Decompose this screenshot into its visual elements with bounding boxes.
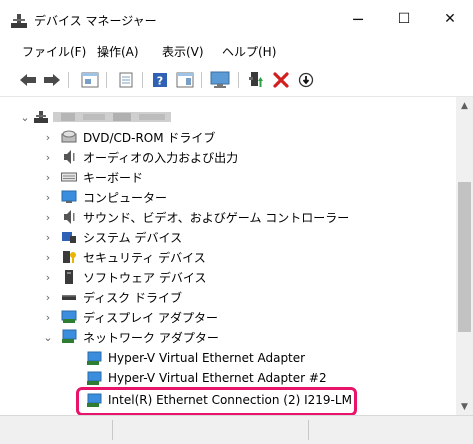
category-computer[interactable]: › コンピューター xyxy=(0,187,456,207)
menu-file[interactable]: ファイル(F) xyxy=(22,43,86,60)
category-dvd[interactable]: › DVD/CD-ROM ドライブ xyxy=(0,127,456,147)
collapse-chevron-icon[interactable]: › xyxy=(43,190,53,204)
category-system-devices[interactable]: › システム デバイス xyxy=(0,227,456,247)
dvd-icon xyxy=(61,130,77,143)
keyboard-icon xyxy=(61,172,77,182)
category-display-adapters[interactable]: › ディスプレイ アダプター xyxy=(0,307,456,327)
collapse-chevron-icon[interactable]: › xyxy=(43,210,53,224)
status-divider xyxy=(112,420,113,440)
toolbar-separator xyxy=(142,72,143,88)
category-keyboard[interactable]: › キーボード xyxy=(0,167,456,187)
display-adapter-icon xyxy=(61,310,77,323)
monitor-icon[interactable] xyxy=(210,70,230,90)
category-audio-io[interactable]: › オーディオの入力および出力 xyxy=(0,147,456,167)
update-driver-icon[interactable] xyxy=(246,70,266,90)
maximize-button[interactable]: ☐ xyxy=(381,0,427,38)
tree-root[interactable]: ⌄ xyxy=(0,107,456,127)
category-security-devices[interactable]: › セキュリティ デバイス xyxy=(0,247,456,267)
properties-view-icon[interactable] xyxy=(80,70,100,90)
menu-bar: ファイル(F) 操作(A) 表示(V) ヘルプ(H) xyxy=(0,38,473,62)
speaker-icon xyxy=(64,150,75,164)
network-adapter-icon xyxy=(87,351,102,365)
category-label: サウンド、ビデオ、およびゲーム コントローラー xyxy=(83,211,350,225)
disk-drive-icon xyxy=(62,295,76,300)
toolbar: ? xyxy=(0,62,473,97)
network-adapter-icon xyxy=(62,329,77,343)
collapse-chevron-icon[interactable]: › xyxy=(43,130,53,144)
category-label: キーボード xyxy=(83,171,144,185)
svg-text:?: ? xyxy=(157,75,163,88)
help-icon[interactable]: ? xyxy=(150,70,170,90)
category-label: コンピューター xyxy=(83,191,168,205)
device-manager-icon xyxy=(11,14,27,28)
device-hyperv-adapter[interactable]: Hyper-V Virtual Ethernet Adapter xyxy=(0,349,456,369)
scroll-up-icon[interactable]: ▲ xyxy=(456,97,473,114)
category-label: オーディオの入力および出力 xyxy=(83,151,239,165)
redacted-computer-name xyxy=(53,112,171,122)
category-network-adapters[interactable]: ⌄ ネットワーク アダプター xyxy=(0,327,456,347)
minimize-button[interactable]: ─ xyxy=(335,0,381,38)
category-label: ソフトウェア デバイス xyxy=(83,271,207,285)
scroll-down-icon[interactable]: ▼ xyxy=(456,398,473,415)
collapse-chevron-icon[interactable]: › xyxy=(43,310,53,324)
category-label: セキュリティ デバイス xyxy=(83,251,206,265)
window-title: デバイス マネージャー xyxy=(34,14,157,28)
title-bar: デバイス マネージャー ─ ☐ ✕ xyxy=(0,0,473,38)
collapse-chevron-icon[interactable]: › xyxy=(43,250,53,264)
software-device-icon xyxy=(65,270,73,284)
speaker-icon xyxy=(64,210,75,224)
device-hyperv-adapter-2[interactable]: Hyper-V Virtual Ethernet Adapter #2 xyxy=(0,369,456,389)
collapse-chevron-icon[interactable]: › xyxy=(43,170,53,184)
collapse-chevron-icon[interactable]: › xyxy=(43,290,53,304)
expand-chevron-icon[interactable]: ⌄ xyxy=(20,110,30,124)
collapse-chevron-icon[interactable]: › xyxy=(43,150,53,164)
category-sound-video[interactable]: › サウンド、ビデオ、およびゲーム コントローラー xyxy=(0,207,456,227)
category-label: ディスク ドライブ xyxy=(83,291,182,305)
device-tree: ⌄ › DVD/CD-ROM ドライブ › オーディオの入力および出力 › キー… xyxy=(0,97,456,415)
menu-help[interactable]: ヘルプ(H) xyxy=(222,43,276,60)
device-label: Hyper-V Virtual Ethernet Adapter xyxy=(108,351,306,365)
status-bar xyxy=(0,415,473,444)
menu-action[interactable]: 操作(A) xyxy=(97,43,139,60)
category-label: ディスプレイ アダプター xyxy=(83,311,218,325)
close-button[interactable]: ✕ xyxy=(427,0,473,38)
collapse-chevron-icon[interactable]: › xyxy=(43,230,53,244)
network-adapter-icon xyxy=(87,371,102,385)
collapse-chevron-icon[interactable]: › xyxy=(43,270,53,284)
uninstall-icon[interactable] xyxy=(271,70,291,90)
system-device-icon xyxy=(62,232,76,243)
category-label: ネットワーク アダプター xyxy=(83,331,219,345)
vertical-scrollbar[interactable]: ▲ ▼ xyxy=(456,97,473,415)
view-icon[interactable] xyxy=(175,70,195,90)
category-label: システム デバイス xyxy=(83,231,183,245)
disable-icon[interactable] xyxy=(296,70,316,90)
computer-root-icon xyxy=(34,111,48,123)
category-software-devices[interactable]: › ソフトウェア デバイス xyxy=(0,267,456,287)
security-icon xyxy=(63,251,76,263)
computer-icon xyxy=(61,190,77,203)
status-divider xyxy=(308,420,309,440)
toolbar-separator xyxy=(68,72,69,88)
toolbar-separator xyxy=(201,72,202,88)
forward-icon[interactable] xyxy=(42,70,62,90)
back-icon[interactable] xyxy=(18,70,38,90)
highlight-box xyxy=(76,387,357,416)
expand-chevron-icon[interactable]: ⌄ xyxy=(43,330,53,344)
menu-view[interactable]: 表示(V) xyxy=(162,43,204,60)
scroll-thumb[interactable] xyxy=(458,182,471,332)
device-list-icon[interactable] xyxy=(116,70,136,90)
toolbar-separator xyxy=(106,72,107,88)
toolbar-separator xyxy=(238,72,239,88)
device-label: Hyper-V Virtual Ethernet Adapter #2 xyxy=(108,371,327,385)
category-disk-drives[interactable]: › ディスク ドライブ xyxy=(0,287,456,307)
category-label: DVD/CD-ROM ドライブ xyxy=(83,131,216,145)
